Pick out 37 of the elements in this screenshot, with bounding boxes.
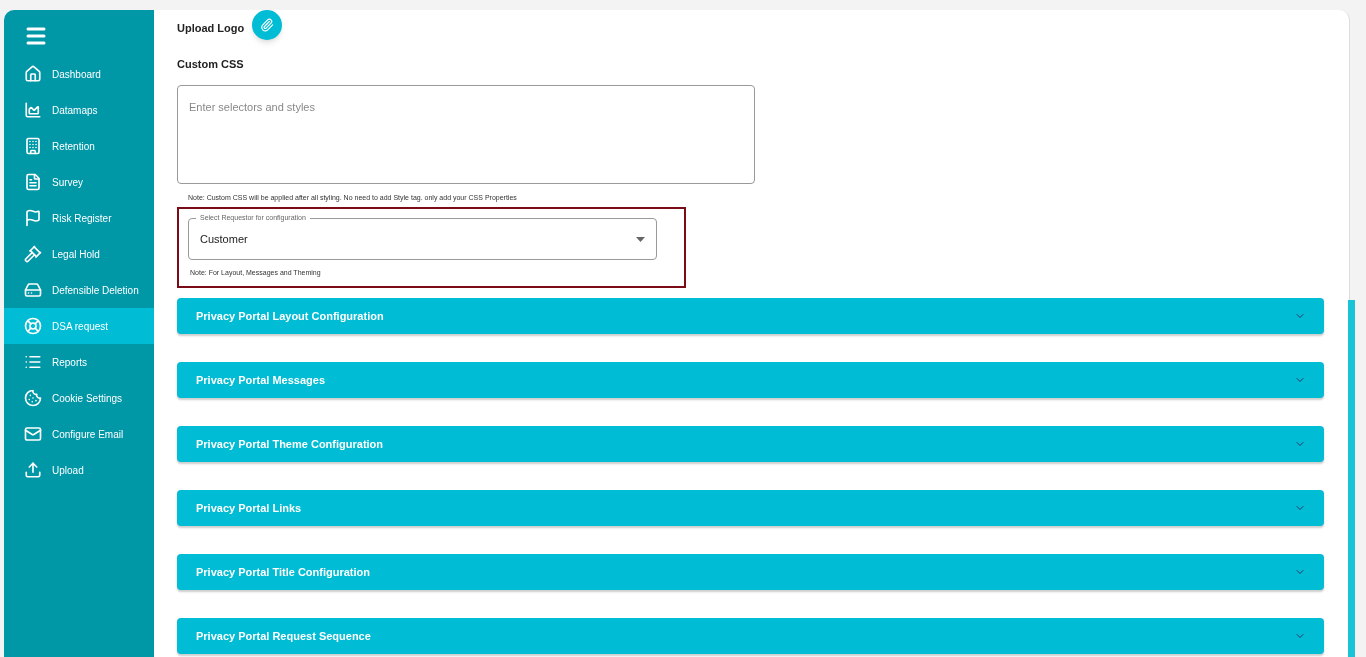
- building-icon: [24, 137, 42, 155]
- requestor-value: Customer: [200, 231, 249, 247]
- upload-logo-label: Upload Logo: [177, 20, 245, 36]
- document-icon: [24, 173, 42, 191]
- sidebar-item[interactable]: Risk Register: [4, 200, 154, 236]
- attach-button[interactable]: [252, 10, 283, 40]
- sidebar-item[interactable]: Defensible Deletion: [4, 272, 154, 308]
- sidebar-item[interactable]: DSA request: [4, 308, 154, 344]
- list-icon: [24, 353, 42, 371]
- sidebar-item[interactable]: Cookie Settings: [4, 380, 154, 416]
- accordion-header[interactable]: Privacy Portal Messages: [177, 362, 1324, 398]
- css-input-field[interactable]: Enter selectors and styles: [177, 84, 755, 184]
- cookie-icon: [24, 389, 42, 407]
- drive-icon: [24, 281, 42, 299]
- accordion-header[interactable]: Privacy Portal Theme Configuration: [177, 426, 1324, 462]
- upload-icon: [24, 461, 42, 479]
- area-chart-icon: [24, 101, 42, 119]
- sidebar-item[interactable]: Configure Email: [4, 416, 154, 452]
- paperclip-icon: [260, 18, 275, 32]
- gavel-icon: [24, 245, 42, 263]
- sidebar-item[interactable]: Survey: [4, 164, 154, 200]
- sidebar-item[interactable]: Datamaps: [4, 92, 154, 128]
- sidebar-item[interactable]: Upload: [4, 452, 154, 488]
- sidebar-item[interactable]: Reports: [4, 344, 154, 380]
- envelope-icon: [24, 425, 42, 443]
- dropdown-caret-icon: [636, 236, 645, 242]
- custom-css-label: Custom CSS: [177, 57, 245, 72]
- house-icon: [24, 65, 42, 83]
- accordion-header[interactable]: Privacy Portal Request Sequence: [177, 618, 1324, 654]
- lifebuoy-icon: [24, 317, 42, 335]
- accordion-header[interactable]: Privacy Portal Title Configuration: [177, 554, 1324, 590]
- flag-icon: [24, 209, 42, 227]
- accordion-header[interactable]: Privacy Portal Links: [177, 490, 1324, 526]
- sidebar-item[interactable]: Retention: [4, 128, 154, 164]
- accordion-header[interactable]: Privacy Portal Layout Configuration: [177, 298, 1324, 334]
- sidebar-item[interactable]: Legal Hold: [4, 236, 154, 272]
- sidebar-item[interactable]: Dashboard: [4, 56, 154, 92]
